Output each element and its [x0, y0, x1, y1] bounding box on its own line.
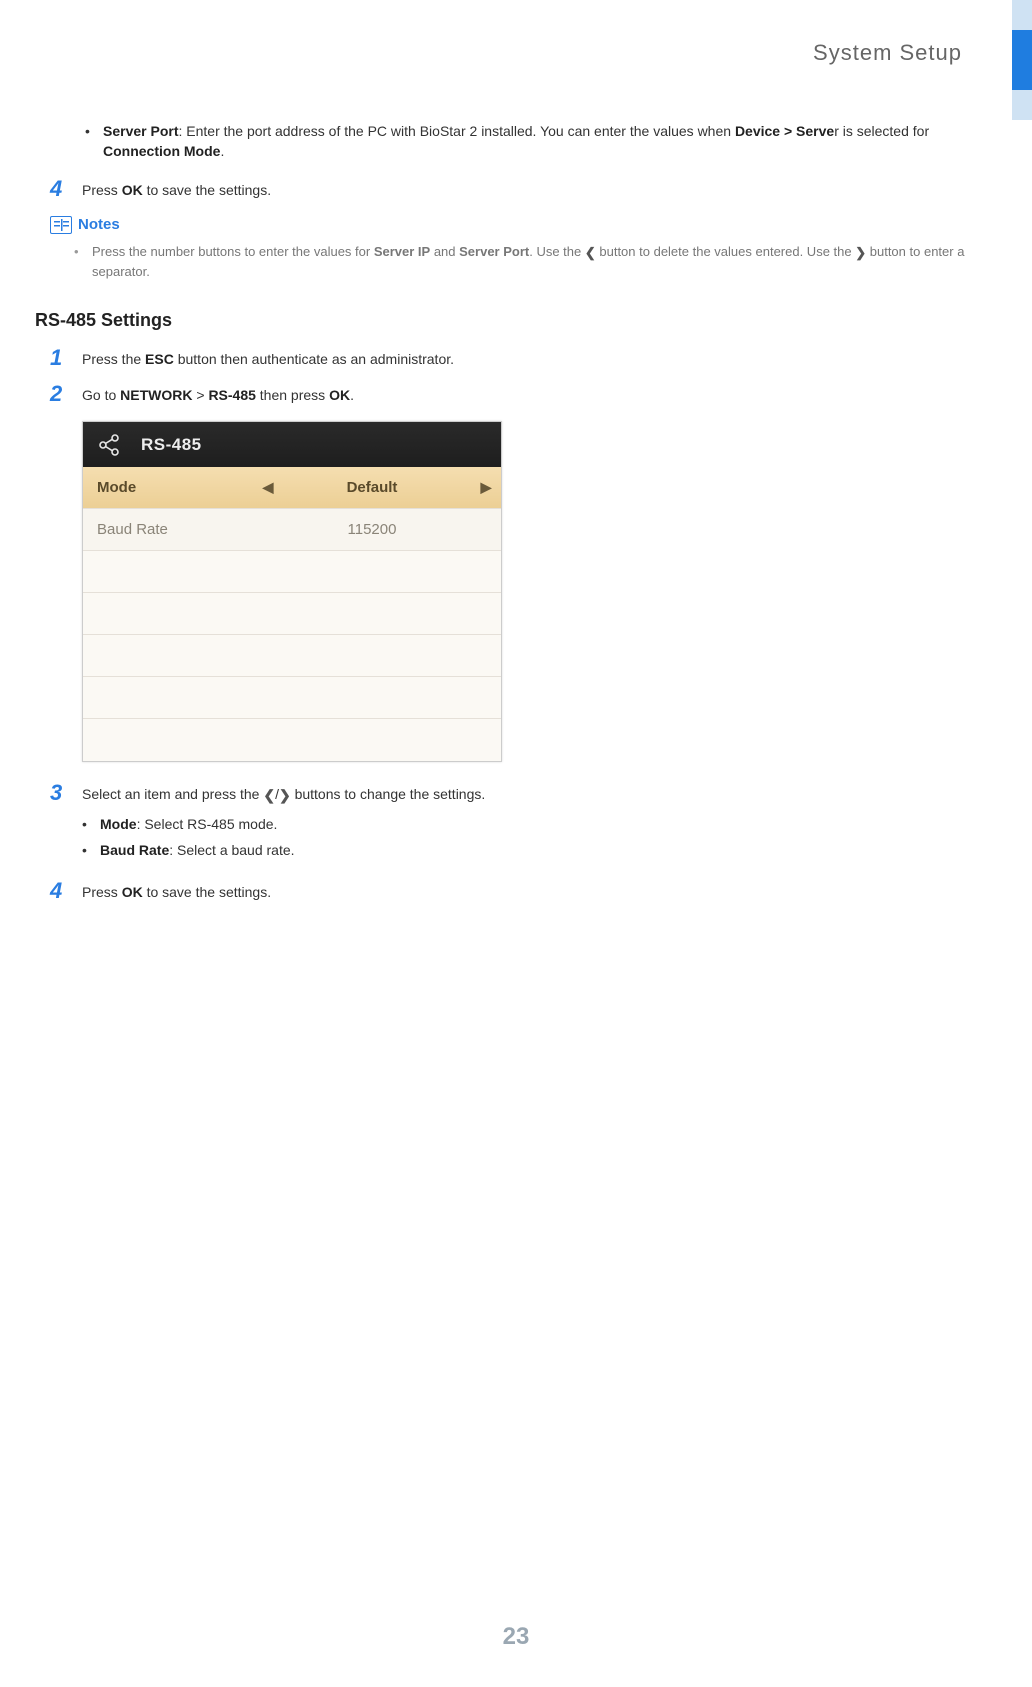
notes-title: Notes [78, 216, 120, 233]
step-3-text: Select an item and press the ❮/❯ buttons… [82, 784, 982, 805]
server-port-label: Server Port [103, 123, 178, 139]
arrow-right-icon: ▶ [471, 479, 501, 496]
step-number: 3 [50, 782, 82, 866]
row-value: Default [283, 479, 471, 496]
bullet-icon: • [82, 814, 100, 834]
bullet-icon: • [82, 840, 100, 860]
notes-item-text: Press the number buttons to enter the va… [92, 242, 982, 282]
screenshot-empty-row [83, 551, 501, 593]
screenshot-title: RS-485 [141, 435, 202, 455]
bullet-icon: • [85, 121, 103, 162]
notes-block: Notes • Press the number buttons to ente… [30, 216, 982, 282]
step-number: 1 [50, 347, 82, 369]
screenshot-empty-row [83, 677, 501, 719]
chevron-left-icon: ❮ [585, 243, 596, 263]
step-3: 3 Select an item and press the ❮/❯ butto… [30, 784, 982, 866]
step-number: 4 [50, 880, 82, 902]
step-number: 4 [50, 178, 82, 200]
step3-bullet-mode: • Mode: Select RS-485 mode. [82, 814, 982, 834]
screenshot-titlebar: RS-485 [83, 422, 501, 467]
chevron-left-icon: ❮ [263, 785, 275, 805]
step-4a: 4 Press OK to save the settings. [30, 180, 982, 200]
side-tab-marker [1012, 0, 1032, 120]
intro-bullet-block: • Server Port: Enter the port address of… [30, 121, 982, 162]
row-label: Baud Rate [83, 521, 253, 538]
step-1-body: Press the ESC button then authenticate a… [82, 349, 982, 369]
step-1: 1 Press the ESC button then authenticate… [30, 349, 982, 369]
row-label: Mode [83, 479, 253, 496]
notes-item: • Press the number buttons to enter the … [74, 242, 982, 282]
screenshot-empty-row [83, 635, 501, 677]
step-number: 2 [50, 383, 82, 405]
screenshot-row-mode: Mode ◀ Default ▶ [83, 467, 501, 509]
notes-header: Notes [50, 216, 982, 234]
row-value: 115200 [283, 521, 471, 538]
step-4b: 4 Press OK to save the settings. [30, 882, 982, 902]
step3-bullet-baudrate: • Baud Rate: Select a baud rate. [82, 840, 982, 860]
arrow-left-icon: ◀ [253, 479, 283, 496]
intro-bullet-text: Server Port: Enter the port address of t… [103, 121, 982, 162]
notes-icon [50, 216, 72, 234]
document-page: System Setup • Server Port: Enter the po… [0, 0, 1032, 903]
step-4b-body: Press OK to save the settings. [82, 882, 982, 902]
notes-list: • Press the number buttons to enter the … [50, 242, 982, 282]
intro-bullet: • Server Port: Enter the port address of… [85, 121, 982, 162]
screenshot-empty-row [83, 719, 501, 761]
chevron-right-icon: ❯ [279, 785, 291, 805]
share-icon [97, 433, 121, 457]
screenshot-row-baudrate: Baud Rate 115200 [83, 509, 501, 551]
bullet-icon: • [74, 242, 92, 282]
section-heading-rs485: RS-485 Settings [35, 310, 982, 331]
chevron-right-icon: ❯ [855, 243, 866, 263]
step-3-body: Select an item and press the ❮/❯ buttons… [82, 784, 982, 866]
screenshot-empty-row [83, 593, 501, 635]
rs485-screenshot: RS-485 Mode ◀ Default ▶ Baud Rate 115200 [82, 421, 502, 762]
step-2: 2 Go to NETWORK > RS-485 then press OK. [30, 385, 982, 405]
page-header-title: System Setup [30, 40, 982, 66]
step-2-body: Go to NETWORK > RS-485 then press OK. [82, 385, 982, 405]
page-number: 23 [0, 1623, 1032, 1651]
step-4a-body: Press OK to save the settings. [82, 180, 982, 200]
